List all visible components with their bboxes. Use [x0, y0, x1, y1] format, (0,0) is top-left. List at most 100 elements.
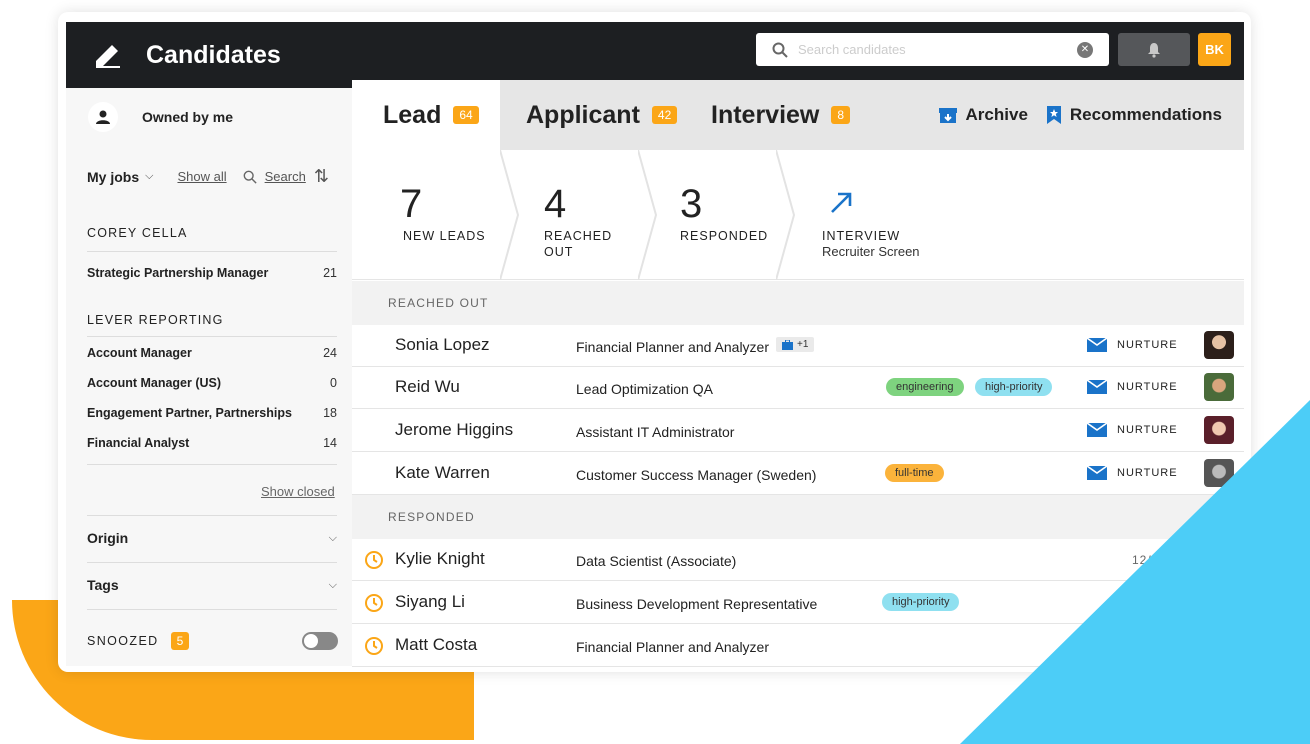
nurture-status[interactable]: NURTURE	[1087, 338, 1178, 352]
origin-filter[interactable]: Origin ⌵	[87, 530, 337, 546]
user-icon	[88, 102, 118, 132]
snoozed-toggle[interactable]	[302, 632, 338, 650]
chevron-separator	[500, 150, 520, 280]
archive-button[interactable]: Archive	[938, 105, 1028, 125]
candidate-avatar	[1204, 416, 1234, 444]
notifications-button[interactable]	[1118, 33, 1190, 66]
pencil-logo-icon	[96, 45, 120, 68]
archive-icon	[938, 108, 957, 123]
chevron-down-icon[interactable]: ⌵	[145, 170, 153, 183]
nurture-status[interactable]: NURTURE	[1087, 466, 1178, 480]
search-box[interactable]: ✕	[756, 33, 1109, 66]
tag-badge[interactable]: engineering	[886, 378, 964, 396]
tab-lead[interactable]: Lead 64	[352, 80, 500, 150]
candidate-row[interactable]: Jerome Higgins Assistant IT Administrato…	[352, 410, 1244, 452]
candidate-name[interactable]: Jerome Higgins	[395, 420, 513, 440]
search-icon	[243, 170, 257, 184]
tag-badge[interactable]: full-time	[885, 464, 944, 482]
sidebar: Owned by me My jobs ⌵ Show all Search ⇅ …	[66, 88, 352, 666]
section-header: LEVER REPORTING	[87, 313, 224, 327]
additional-jobs-badge[interactable]: +1	[776, 337, 815, 352]
clear-search-icon[interactable]: ✕	[1077, 42, 1093, 58]
divider	[87, 515, 337, 516]
tag-badge[interactable]: high-priority	[882, 593, 960, 611]
chevron-separator	[776, 150, 796, 280]
stage-tabs: Lead 64 Applicant 42 Interview 8 Archive…	[352, 80, 1244, 150]
candidate-job: Data Scientist (Associate)	[576, 553, 737, 569]
candidate-job: Lead Optimization QA	[576, 381, 713, 397]
group-header-responded: RESPONDED	[352, 495, 1244, 539]
app-window: Candidates ✕ BK	[58, 12, 1251, 672]
job-item[interactable]: Financial Analyst 14	[87, 436, 337, 450]
funnel-stage-reached-out[interactable]: 4 REACHED OUT	[520, 150, 638, 280]
divider	[87, 251, 337, 252]
divider	[87, 336, 337, 337]
clock-icon	[365, 594, 383, 612]
chevron-down-icon: ⌵	[328, 531, 337, 544]
interview-count-badge: 8	[831, 106, 851, 124]
candidate-row[interactable]: Reid Wu Lead Optimization QA engineering…	[352, 367, 1244, 409]
candidate-job: Financial Planner and Analyzer	[576, 339, 770, 355]
user-avatar[interactable]: BK	[1198, 33, 1231, 66]
snoozed-filter: SNOOZED 5	[87, 632, 190, 650]
candidate-row[interactable]: Kylie Knight Data Scientist (Associate) …	[352, 539, 1244, 581]
candidate-name[interactable]: Matt Costa	[395, 635, 477, 655]
tag-badge[interactable]: high-priority	[975, 378, 1053, 396]
clock-icon	[365, 551, 383, 569]
my-jobs-label[interactable]: My jobs	[87, 169, 139, 185]
search-jobs-link[interactable]: Search	[243, 169, 306, 184]
envelope-icon	[1087, 466, 1108, 480]
applicant-count-badge: 42	[651, 106, 678, 124]
show-all-link[interactable]: Show all	[177, 169, 226, 184]
show-closed-link[interactable]: Show closed	[261, 484, 335, 499]
clock-icon	[365, 637, 383, 655]
funnel-stage-interview[interactable]: INTERVIEW Recruiter Screen	[796, 150, 996, 280]
chevron-down-icon: ⌵	[328, 578, 337, 591]
my-jobs-header: My jobs ⌵ Show all Search ⇅	[87, 166, 343, 187]
candidate-row[interactable]: Kate Warren Customer Success Manager (Sw…	[352, 453, 1244, 495]
tags-filter[interactable]: Tags ⌵	[87, 577, 337, 593]
sort-icon[interactable]: ⇅	[314, 166, 329, 187]
bookmark-star-icon	[1046, 106, 1061, 124]
tab-actions: Archive Recommendations	[920, 80, 1222, 150]
nurture-status[interactable]: NURTURE	[1087, 380, 1178, 394]
envelope-icon	[1087, 338, 1108, 352]
divider	[87, 562, 337, 563]
candidate-job: Customer Success Manager (Sweden)	[576, 467, 817, 483]
search-input[interactable]	[798, 42, 1068, 57]
funnel-stage-responded[interactable]: 3 RESPONDED	[658, 150, 776, 280]
candidate-job: Assistant IT Administrator	[576, 424, 735, 440]
pipeline-funnel: 7 NEW LEADS 4 REACHED OUT 3 RESPONDED IN…	[352, 150, 1244, 280]
recommendations-button[interactable]: Recommendations	[1046, 105, 1222, 125]
bell-icon	[1148, 42, 1160, 58]
owned-by-me-label: Owned by me	[142, 109, 234, 125]
candidate-name[interactable]: Siyang Li	[395, 592, 465, 612]
candidate-job: Business Development Representative	[576, 596, 818, 612]
divider	[87, 609, 337, 610]
search-icon	[772, 42, 788, 58]
tab-applicant[interactable]: Applicant 42	[526, 80, 678, 150]
owned-by-me-filter[interactable]: Owned by me	[88, 102, 233, 132]
section-header: COREY CELLA	[87, 226, 188, 240]
job-item[interactable]: Account Manager 24	[87, 346, 337, 360]
job-item[interactable]: Engagement Partner, Partnerships 18	[87, 406, 337, 420]
candidate-row[interactable]: Sonia Lopez Financial Planner and Analyz…	[352, 325, 1244, 367]
page-title: Candidates	[146, 40, 281, 69]
candidate-name[interactable]: Reid Wu	[395, 377, 460, 397]
funnel-stage-new-leads[interactable]: 7 NEW LEADS	[352, 150, 500, 280]
nurture-status[interactable]: NURTURE	[1087, 423, 1178, 437]
candidate-job: Financial Planner and Analyzer	[576, 639, 770, 655]
candidate-name[interactable]: Sonia Lopez	[395, 335, 490, 355]
job-item[interactable]: Strategic Partnership Manager 21	[87, 266, 337, 280]
job-item[interactable]: Account Manager (US) 0	[87, 376, 337, 390]
tab-interview[interactable]: Interview 8	[711, 80, 851, 150]
candidate-name[interactable]: Kate Warren	[395, 463, 490, 483]
lead-count-badge: 64	[453, 106, 479, 124]
candidate-name[interactable]: Kylie Knight	[395, 549, 485, 569]
briefcase-icon	[782, 339, 793, 350]
stage: Candidates ✕ BK	[0, 0, 1310, 744]
envelope-icon	[1087, 423, 1108, 437]
top-bar: Candidates ✕ BK	[66, 22, 1244, 88]
envelope-icon	[1087, 380, 1108, 394]
divider	[87, 464, 337, 465]
